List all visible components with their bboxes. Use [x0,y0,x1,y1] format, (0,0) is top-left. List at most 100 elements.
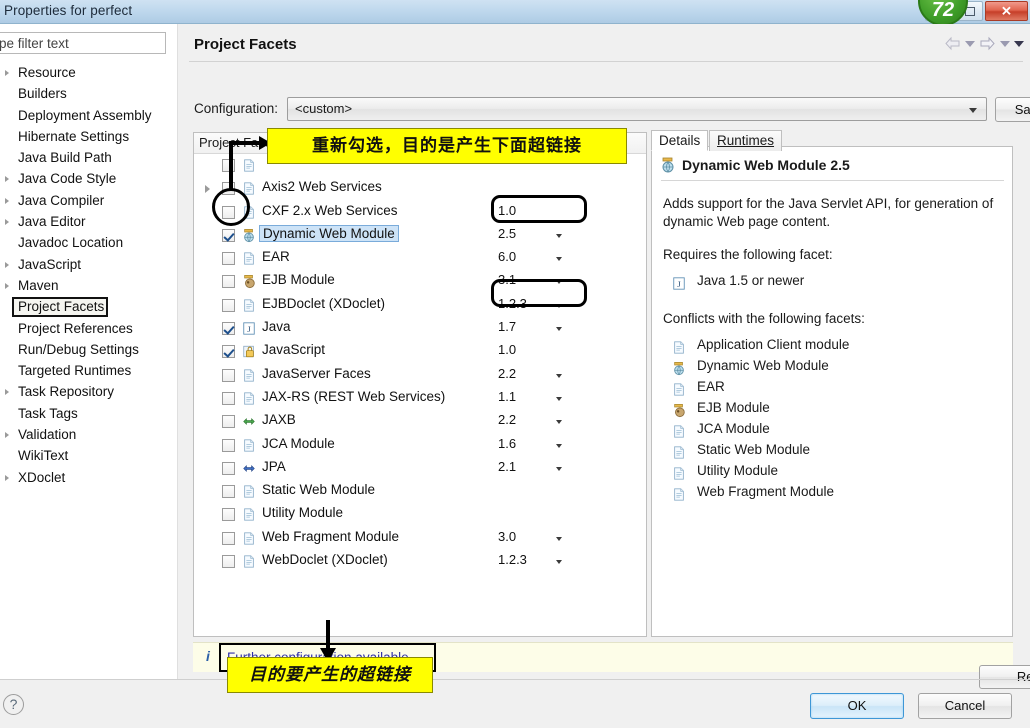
tab-details[interactable]: Details [651,130,709,151]
facet-name: EAR [262,249,290,265]
sidebar-item-wikitext[interactable]: WikiText [0,445,178,466]
facet-row[interactable]: JAXB 2.2 [194,410,646,433]
sidebar-item-task-repository[interactable]: Task Repository [0,381,178,402]
sidebar-item-javadoc-location[interactable]: Javadoc Location [0,232,178,253]
facet-checkbox[interactable] [222,322,235,336]
ok-button[interactable]: OK [810,693,904,719]
doc-icon [672,424,686,439]
facet-checkbox[interactable] [222,508,235,522]
version-dropdown-icon[interactable] [556,396,562,401]
tab-runtimes[interactable]: Runtimes [709,130,783,151]
facet-checkbox[interactable] [222,485,235,499]
facet-checkbox[interactable] [222,345,235,359]
facet-checkbox[interactable] [222,555,235,569]
facet-checkbox[interactable] [222,391,235,405]
page-menu-icon[interactable] [1014,40,1024,47]
settings-sidebar: pe filter text Resource Builders Deploymen… [0,24,178,679]
facet-name: JAX-RS (REST Web Services) [262,388,446,404]
sidebar-item-javascript[interactable]: JavaScript [0,254,178,275]
facet-checkbox[interactable] [222,228,235,242]
facet-checkbox[interactable] [222,368,235,382]
back-arrow-icon[interactable] [944,36,961,51]
facet-row[interactable]: EAR 6.0 [194,247,646,270]
facet-version: 1.2.3 [498,552,527,568]
sidebar-item-resource[interactable]: Resource [0,62,178,83]
facet-name: JavaServer Faces [262,365,371,381]
chevron-right-icon[interactable] [5,219,9,226]
sidebar-item-label: Task Tags [18,405,78,421]
facet-checkbox[interactable] [222,159,235,172]
doc-icon [242,368,256,383]
facet-row[interactable]: WebDoclet (XDoclet) 1.2.3 [194,550,646,573]
sidebar-item-xdoclet[interactable]: XDoclet [0,467,178,488]
facet-name: EJBDoclet (XDoclet) [262,295,386,311]
column-header-facet: Project Facet [199,135,276,150]
chevron-right-icon[interactable] [5,282,9,289]
revert-button[interactable]: Revert [979,665,1030,689]
facet-row[interactable]: Static Web Module [194,480,646,503]
facet-row[interactable]: JPA 2.1 [194,457,646,480]
close-button[interactable]: ✕ [985,1,1028,21]
sidebar-item-targeted-runtimes[interactable]: Targeted Runtimes [0,360,178,381]
chevron-right-icon[interactable] [5,474,9,481]
sidebar-item-deployment-assembly[interactable]: Deployment Assembly [0,105,178,126]
version-dropdown-icon[interactable] [556,536,562,541]
sidebar-item-project-references[interactable]: Project References [0,318,178,339]
forward-dropdown-icon[interactable] [1000,40,1010,47]
version-dropdown-icon[interactable] [556,560,562,565]
sidebar-item-run-debug-settings[interactable]: Run/Debug Settings [0,339,178,360]
sidebar-item-java-build-path[interactable]: Java Build Path [0,147,178,168]
facet-row[interactable]: JavaServer Faces 2.2 [194,364,646,387]
facet-checkbox[interactable] [222,531,235,545]
version-dropdown-icon[interactable] [556,233,562,238]
facet-row[interactable]: J Java 1.7 [194,317,646,340]
sidebar-item-java-compiler[interactable]: Java Compiler [0,190,178,211]
chevron-right-icon[interactable] [5,389,9,396]
facet-row[interactable]: JCA Module 1.6 [194,434,646,457]
doc-icon [672,487,686,502]
facet-row[interactable]: Dynamic Web Module 2.5 [194,224,646,247]
forward-arrow-icon[interactable] [979,36,996,51]
facet-checkbox[interactable] [222,275,235,289]
cancel-button[interactable]: Cancel [918,693,1012,719]
sidebar-item-hibernate-settings[interactable]: Hibernate Settings [0,126,178,147]
version-dropdown-icon[interactable] [556,420,562,425]
filter-input[interactable]: pe filter text [0,32,166,54]
chevron-right-icon[interactable] [5,261,9,268]
version-dropdown-icon[interactable] [556,373,562,378]
sidebar-item-maven[interactable]: Maven [0,275,178,296]
details-heading: Dynamic Web Module 2.5 [682,157,850,173]
chevron-right-icon[interactable] [5,197,9,204]
facet-checkbox[interactable] [222,461,235,475]
facet-row[interactable]: Web Fragment Module 3.0 [194,527,646,550]
facet-row[interactable]: JAX-RS (REST Web Services) 1.1 [194,387,646,410]
sidebar-item-task-tags[interactable]: Task Tags [0,403,178,424]
version-dropdown-icon[interactable] [556,257,562,262]
doc-icon [242,251,256,266]
configuration-combo[interactable]: <custom> [287,97,987,121]
chevron-right-icon[interactable] [5,70,9,76]
facet-checkbox[interactable] [222,252,235,266]
chevron-right-icon[interactable] [205,185,210,194]
sidebar-item-builders[interactable]: Builders [0,83,178,104]
facet-row[interactable]: JavaScript 1.0 [194,340,646,363]
back-dropdown-icon[interactable] [965,40,975,47]
sidebar-item-validation[interactable]: Validation [0,424,178,445]
chevron-right-icon[interactable] [5,176,9,183]
version-dropdown-icon[interactable] [556,327,562,332]
facet-row[interactable]: Utility Module [194,503,646,526]
chevron-right-icon[interactable] [5,432,9,439]
facet-version: 1.7 [498,319,517,335]
facet-checkbox[interactable] [222,415,235,429]
help-icon[interactable]: ? [3,694,24,715]
sidebar-item-java-code-style[interactable]: Java Code Style [0,168,178,189]
save-as-button[interactable]: Save As... [995,97,1030,122]
sidebar-item-project-facets[interactable]: Project Facets [0,296,178,318]
version-dropdown-icon[interactable] [556,466,562,471]
facet-checkbox[interactable] [222,298,235,312]
facet-checkbox[interactable] [222,438,235,452]
details-conflicts-label: Conflicts with the following facets: [663,311,865,326]
version-dropdown-icon[interactable] [556,443,562,448]
facet-version: 2.2 [498,412,517,428]
sidebar-item-java-editor[interactable]: Java Editor [0,211,178,232]
